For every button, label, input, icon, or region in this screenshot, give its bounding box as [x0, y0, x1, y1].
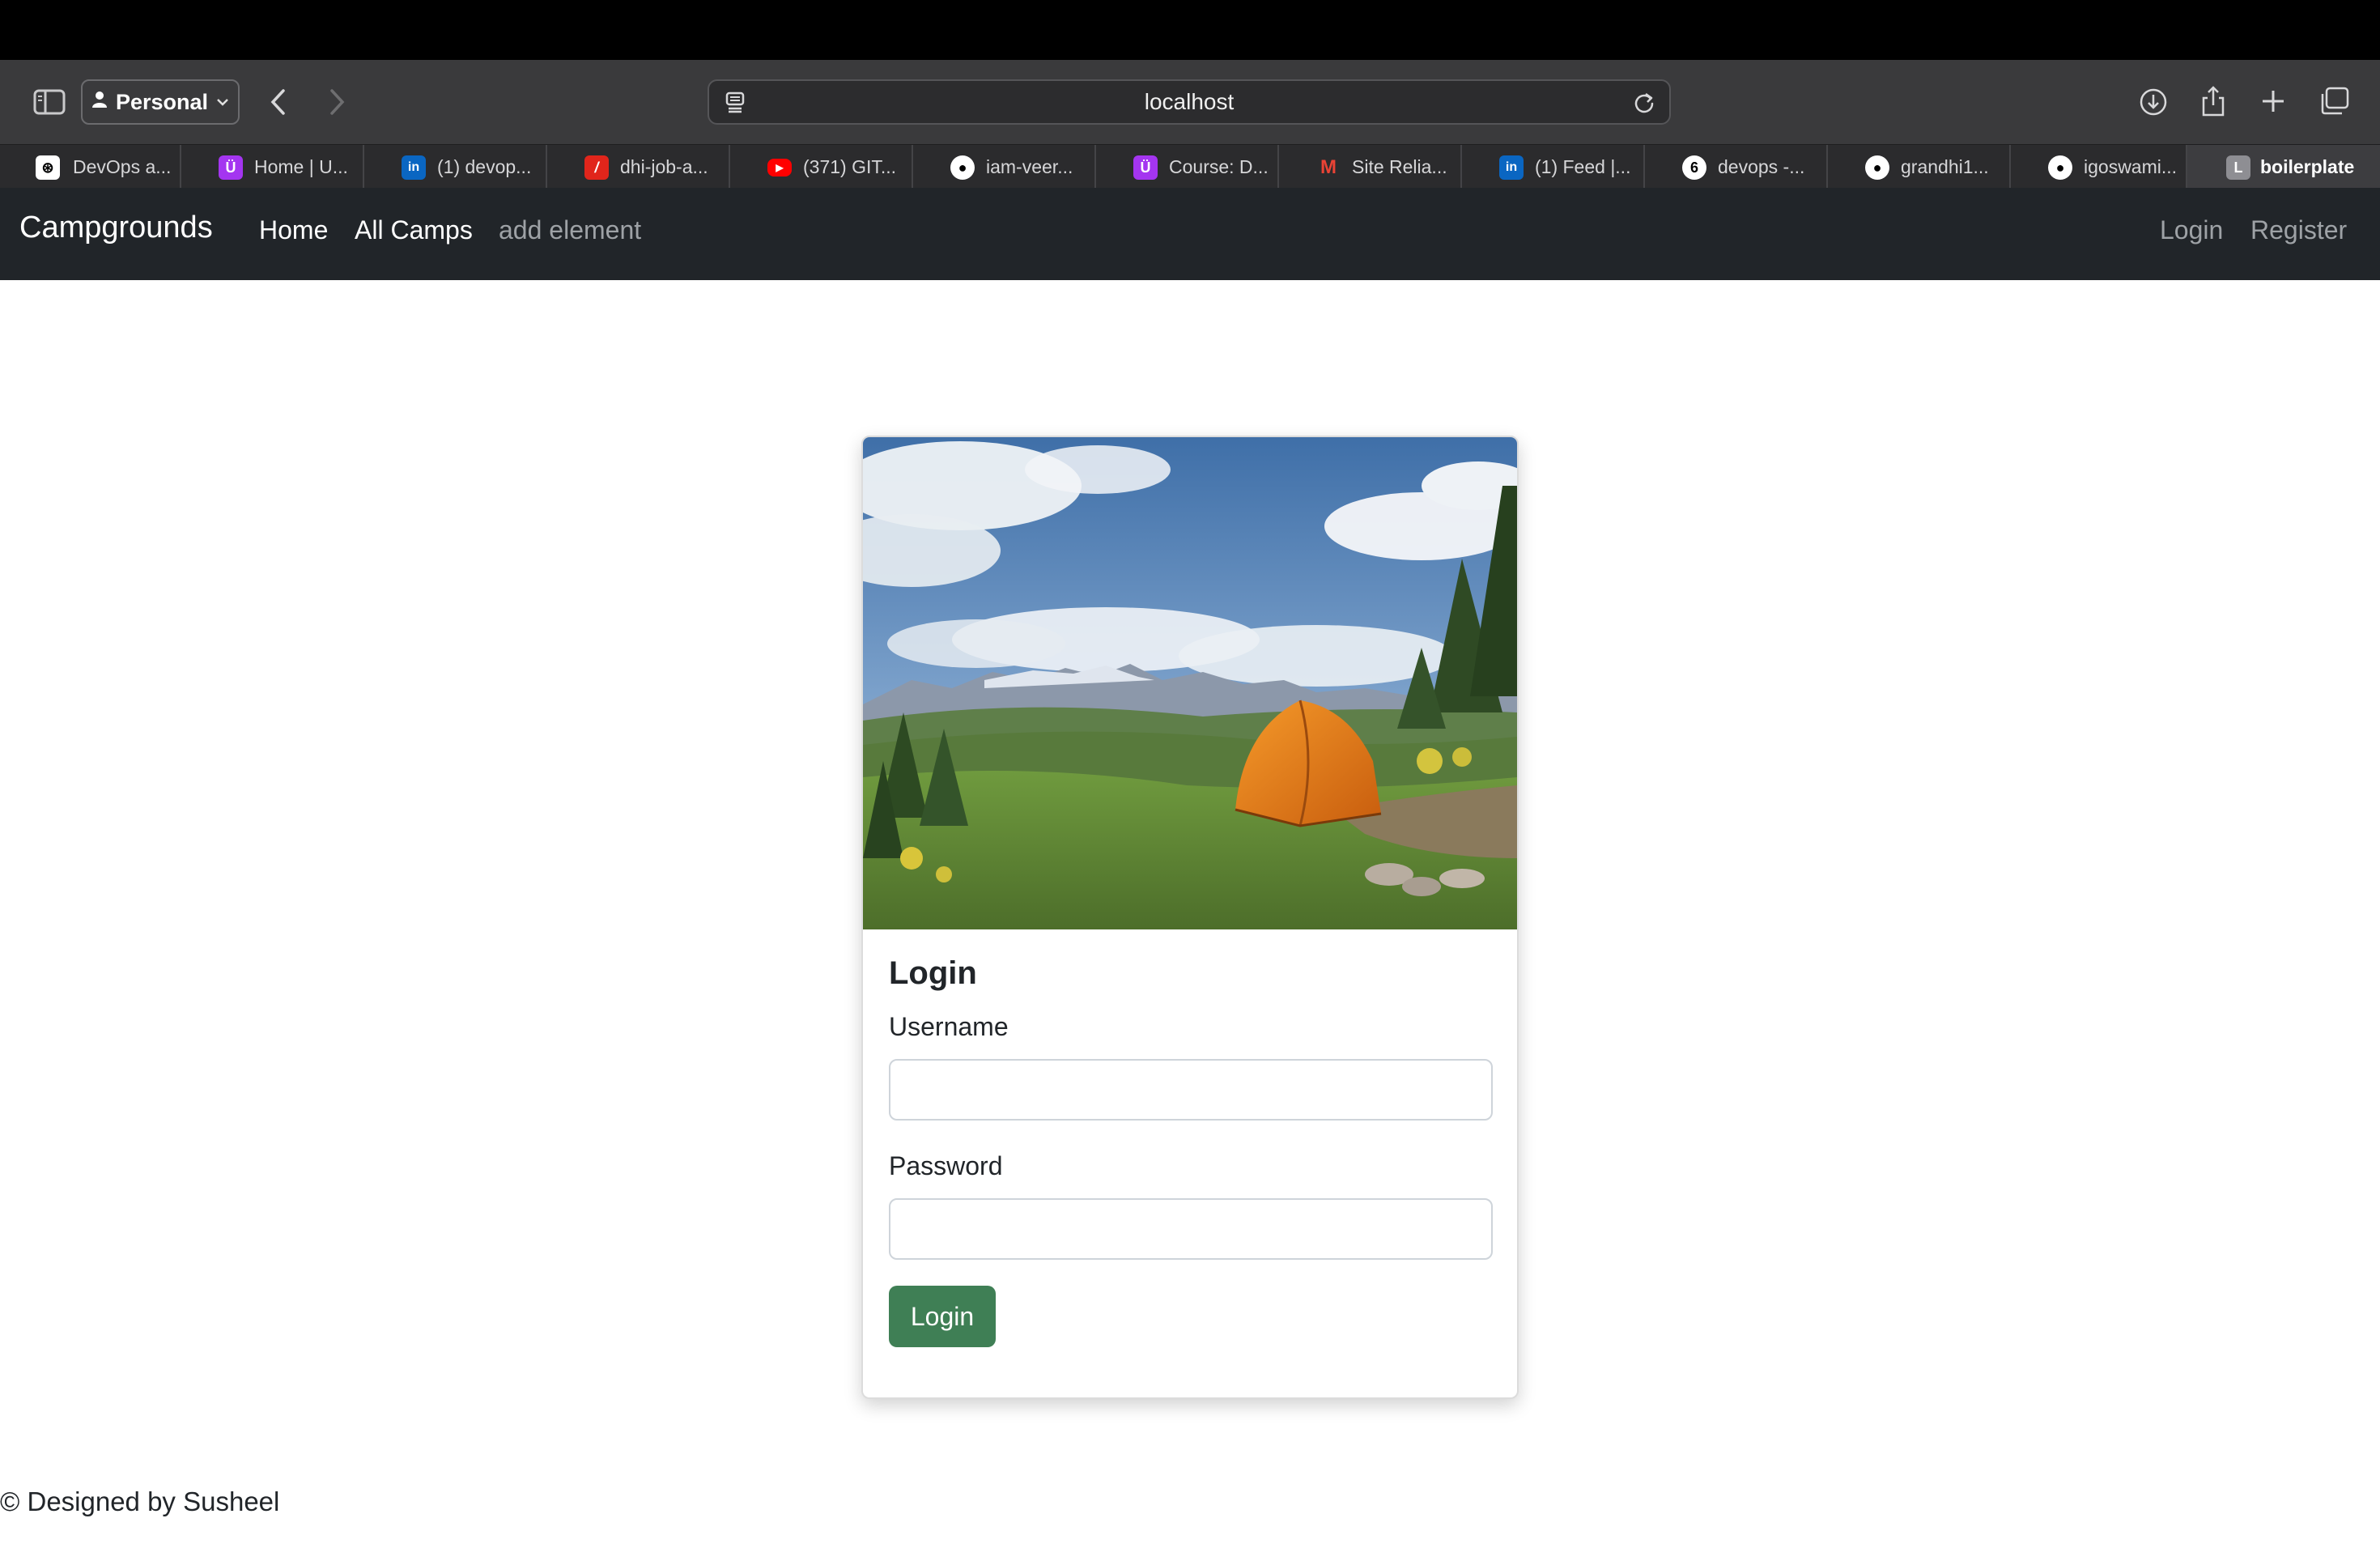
youtube-icon: ▶	[767, 159, 792, 176]
browser-toolbar: Personal localhost	[0, 60, 2380, 144]
system-menu-bar	[0, 0, 2380, 60]
nav-all-camps-link[interactable]: All Camps	[355, 215, 473, 245]
reload-icon[interactable]	[1630, 89, 1658, 117]
letter-l-icon: L	[2226, 155, 2250, 180]
sidebar-toggle-icon[interactable]	[28, 83, 71, 121]
udemy-icon: Ü	[1133, 155, 1158, 180]
forward-arrow-icon[interactable]	[321, 81, 353, 123]
username-label: Username	[889, 1012, 1009, 1041]
linkedin-icon: in	[402, 155, 426, 180]
tab-overview-icon[interactable]	[2312, 81, 2357, 121]
password-label: Password	[889, 1151, 1003, 1180]
chatgpt-icon: 6	[1682, 155, 1706, 180]
nav-register-link[interactable]: Register	[2250, 215, 2347, 245]
address-bar[interactable]: localhost	[708, 79, 1671, 125]
footer-credit: © Designed by Susheel	[0, 1486, 280, 1516]
github-icon: ●	[950, 155, 975, 180]
tab-gmail-site-reliability[interactable]: M Site Relia...	[1279, 145, 1462, 189]
linkedin-icon: in	[1499, 155, 1524, 180]
tab-home-udemy[interactable]: Ü Home | U...	[181, 145, 364, 189]
github-icon: ●	[1865, 155, 1889, 180]
download-icon[interactable]	[2134, 81, 2173, 123]
nav-login-link[interactable]: Login	[2160, 215, 2223, 245]
login-title: Login	[889, 955, 977, 991]
url-text: localhost	[1144, 89, 1235, 114]
nav-add-element-link[interactable]: add element	[499, 215, 641, 245]
back-arrow-icon[interactable]	[262, 81, 295, 123]
tab-strip: ⊛ DevOps a... Ü Home | U... in (1) devop…	[0, 144, 2380, 189]
password-input[interactable]	[889, 1198, 1493, 1260]
dice-icon: /	[584, 155, 609, 180]
tab-linkedin-feed[interactable]: in (1) Feed |...	[1462, 145, 1645, 189]
app-navbar: Campgrounds Home All Camps add element L…	[0, 188, 2380, 280]
tab-dice-job[interactable]: / dhi-job-a...	[547, 145, 730, 189]
tab-github-grandhi[interactable]: ● grandhi1...	[1828, 145, 2011, 189]
tab-github-iam-veer[interactable]: ● iam-veer...	[913, 145, 1096, 189]
new-tab-icon[interactable]	[2254, 79, 2293, 123]
tab-boilerplate[interactable]: L boilerplate	[2187, 145, 2380, 189]
tab-github-igoswami[interactable]: ● igoswami...	[2011, 145, 2187, 189]
tab-chatgpt-devops[interactable]: 6 devops -...	[1645, 145, 1828, 189]
github-icon: ●	[2048, 155, 2072, 180]
username-input[interactable]	[889, 1059, 1493, 1121]
gmail-icon: M	[1320, 156, 1337, 178]
brand-link[interactable]: Campgrounds	[19, 211, 213, 245]
tab-linkedin-devops[interactable]: in (1) devop...	[364, 145, 547, 189]
campsite-image	[863, 437, 1517, 929]
nav-home-link[interactable]: Home	[259, 215, 328, 245]
person-icon	[91, 91, 108, 113]
tab-devops[interactable]: ⊛ DevOps a...	[0, 145, 181, 189]
profile-label: Personal	[115, 89, 209, 114]
udemy-icon: Ü	[219, 155, 243, 180]
chevron-down-icon	[216, 93, 229, 112]
login-card: Login Username Password Login	[861, 436, 1519, 1399]
tab-course-udemy[interactable]: Ü Course: D...	[1096, 145, 1279, 189]
tab-youtube[interactable]: ▶ (371) GIT...	[730, 145, 913, 189]
share-icon[interactable]	[2194, 79, 2233, 123]
login-submit-button[interactable]: Login	[889, 1286, 996, 1347]
profile-switcher[interactable]: Personal	[81, 79, 240, 125]
openai-icon: ⊛	[36, 155, 60, 180]
